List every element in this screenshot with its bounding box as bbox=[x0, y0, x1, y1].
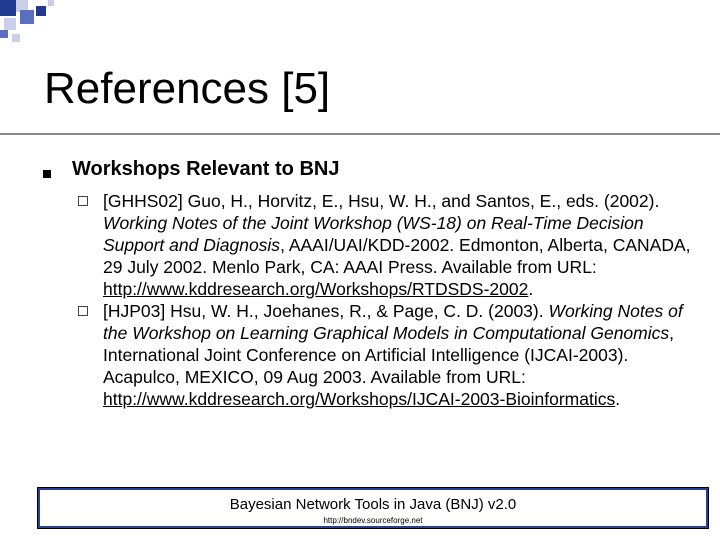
bullet-square-icon bbox=[43, 170, 51, 178]
bullet-heading: Workshops Relevant to BNJ bbox=[72, 158, 340, 180]
footer-banner: Bayesian Network Tools in Java (BNJ) v2.… bbox=[37, 487, 709, 529]
slide-title: References [5] bbox=[44, 64, 331, 113]
footer-title: Bayesian Network Tools in Java (BNJ) v2.… bbox=[229, 496, 517, 513]
reference-item: [GHHS02] Guo, H., Horvitz, E., Hsu, W. H… bbox=[78, 190, 698, 300]
reference-authors: [HJP03] Hsu, W. H., Joehanes, R., & Page… bbox=[103, 301, 549, 321]
reference-item: [HJP03] Hsu, W. H., Joehanes, R., & Page… bbox=[78, 300, 698, 410]
reference-list: [GHHS02] Guo, H., Horvitz, E., Hsu, W. H… bbox=[78, 190, 698, 410]
footer-url: http://bndev.sourceforge.net bbox=[323, 516, 423, 525]
title-divider bbox=[0, 133, 720, 135]
reference-authors: [GHHS02] Guo, H., Horvitz, E., Hsu, W. H… bbox=[103, 191, 660, 211]
reference-link[interactable]: http://www.kddresearch.org/Workshops/IJC… bbox=[103, 389, 615, 409]
reference-link[interactable]: http://www.kddresearch.org/Workshops/RTD… bbox=[103, 279, 528, 299]
checkbox-bullet-icon bbox=[78, 306, 88, 316]
checkbox-bullet-icon bbox=[78, 196, 88, 206]
